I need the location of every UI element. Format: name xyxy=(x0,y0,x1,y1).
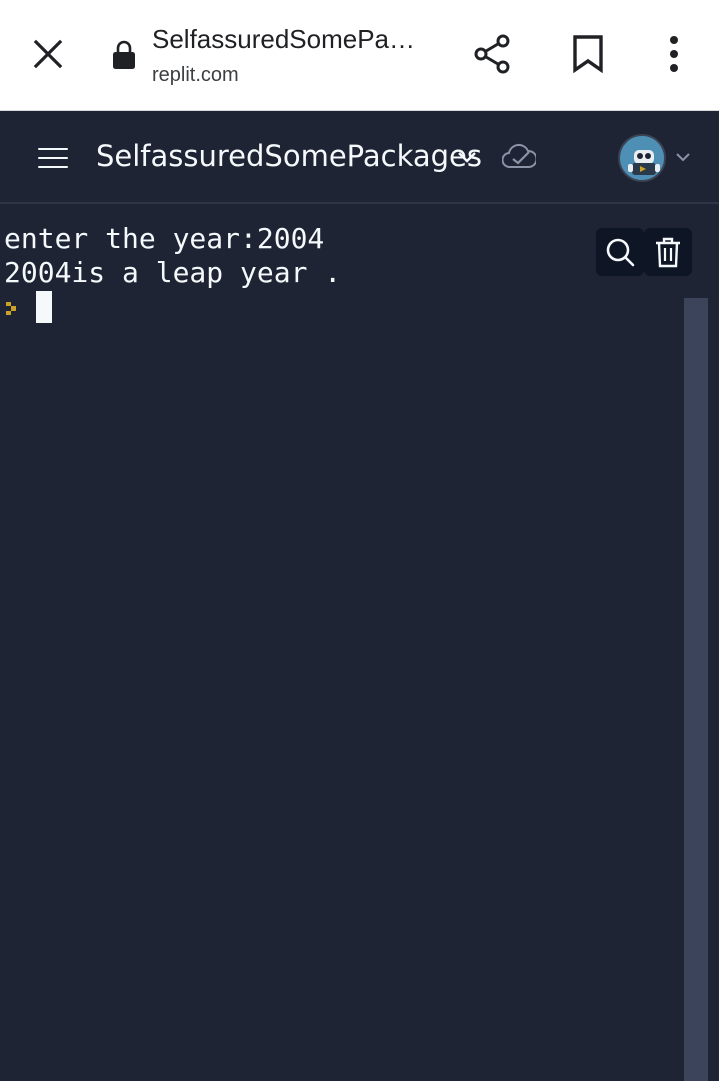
repl-menu-button[interactable] xyxy=(452,142,482,172)
bookmark-button[interactable] xyxy=(566,30,610,78)
repl-header: SelfassuredSomePackages xyxy=(0,112,719,204)
avatar[interactable] xyxy=(618,134,666,182)
console-panel[interactable]: enter the year:2004 2004is a leap year . xyxy=(0,206,719,1081)
chevron-down-icon xyxy=(458,152,476,163)
more-options-button[interactable] xyxy=(654,30,694,78)
prompt-icon xyxy=(6,302,16,315)
trash-icon xyxy=(656,237,680,268)
cloud-saved-icon xyxy=(502,143,536,168)
account-menu-button[interactable] xyxy=(672,146,694,168)
page-url: replit.com xyxy=(152,64,239,86)
share-icon xyxy=(474,34,510,74)
bookmark-icon xyxy=(573,35,603,73)
page-title: SelfassuredSomePackages xyxy=(152,24,422,54)
hamburger-menu-icon[interactable] xyxy=(38,140,74,176)
clear-console-button[interactable] xyxy=(644,228,692,276)
console-scrollbar[interactable] xyxy=(684,298,708,1081)
close-icon xyxy=(33,39,63,69)
repl-name[interactable]: SelfassuredSomePackages xyxy=(96,139,482,173)
search-icon xyxy=(606,238,635,267)
console-output-line: enter the year:2004 xyxy=(4,222,325,255)
share-button[interactable] xyxy=(468,30,516,78)
text-cursor[interactable] xyxy=(36,291,52,323)
lock-icon xyxy=(113,40,135,69)
close-button[interactable] xyxy=(26,32,70,76)
console-output-line: 2004is a leap year . xyxy=(4,256,342,289)
avatar-robot-icon xyxy=(620,136,664,180)
more-vert-icon xyxy=(670,36,678,72)
search-button[interactable] xyxy=(596,228,644,276)
chevron-down-icon xyxy=(676,153,690,162)
browser-toolbar: SelfassuredSomePackages replit.com xyxy=(0,0,719,111)
